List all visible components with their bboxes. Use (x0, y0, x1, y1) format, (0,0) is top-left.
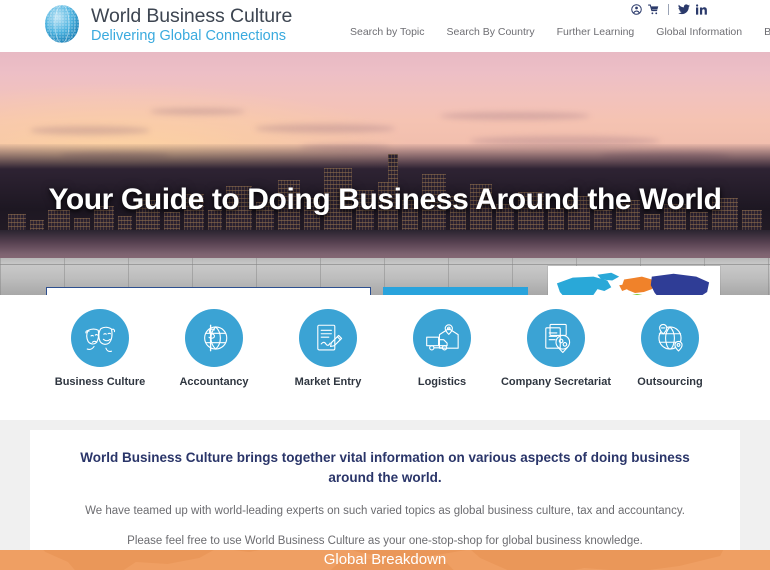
linkedin-icon[interactable] (696, 4, 708, 15)
nav-item-search-by-country[interactable]: Search By Country (447, 26, 535, 38)
theater-masks-icon (71, 309, 129, 367)
nav-item-blog[interactable]: Blog (764, 26, 770, 38)
dollar-globe-icon (185, 309, 243, 367)
subject-button-label: Subject (423, 294, 470, 296)
country-name-select[interactable]: Country Name (46, 287, 371, 295)
cloud (150, 108, 245, 115)
intro-card: World Business Culture brings together v… (30, 430, 740, 550)
documents-gear-icon (527, 309, 585, 367)
category-logistics[interactable]: Logistics (385, 309, 499, 390)
twitter-icon[interactable] (678, 4, 690, 15)
category-label: Company Secretariat (500, 376, 612, 388)
page-root: World Business Culture Delivering Global… (0, 0, 770, 570)
main-navigation: Search by Topic Search By Country Furthe… (350, 26, 770, 38)
site-header: World Business Culture Delivering Global… (0, 0, 770, 52)
nav-item-global-information[interactable]: Global Information (656, 26, 742, 38)
globe-logo-icon (45, 4, 79, 44)
category-label: Outsourcing (637, 376, 703, 388)
site-logo[interactable]: World Business Culture Delivering Global… (41, 3, 292, 45)
hero-banner: Your Guide to Doing Business Around the … (0, 52, 770, 295)
category-company-secretariat[interactable]: Company Secretariat (499, 309, 613, 390)
category-outsourcing[interactable]: Outsourcing (613, 309, 727, 390)
logo-subtitle: Delivering Global Connections (91, 27, 287, 44)
world-map-thumbnail[interactable] (548, 266, 720, 295)
category-label: Accountancy (179, 376, 249, 388)
intro-paragraph-2: Please feel free to use World Business C… (127, 535, 643, 548)
category-accountancy[interactable]: Accountancy (157, 309, 271, 390)
subject-button[interactable]: Subject (383, 287, 528, 295)
logo-text-block: World Business Culture Delivering Global… (91, 5, 292, 43)
global-breakdown-title: Global Breakdown (323, 551, 447, 568)
nav-item-further-learning[interactable]: Further Learning (557, 26, 635, 38)
logo-title: World Business Culture (91, 5, 293, 27)
truck-warehouse-icon (413, 309, 471, 367)
cloud (30, 126, 150, 135)
global-breakdown-banner: Global Breakdown (0, 550, 770, 570)
hero-search-row: Country Name Subject (46, 287, 528, 295)
category-market-entry[interactable]: Market Entry (271, 309, 385, 390)
category-business-culture[interactable]: Business Culture (43, 309, 157, 390)
category-label: Business Culture (54, 376, 146, 388)
nav-item-search-by-topic[interactable]: Search by Topic (350, 26, 425, 38)
category-label: Logistics (417, 376, 467, 388)
globe-pins-icon (641, 309, 699, 367)
document-pen-icon (299, 309, 357, 367)
intro-heading: World Business Culture brings together v… (80, 450, 690, 485)
intro-paragraph-1: We have teamed up with world-leading exp… (85, 505, 685, 518)
cart-icon[interactable] (648, 4, 659, 15)
cloud (255, 124, 395, 133)
category-label: Market Entry (294, 376, 362, 388)
category-shortcuts: Business Culture Accountancy Market Entr… (0, 295, 770, 420)
icon-divider (668, 4, 669, 15)
header-utility-icons (631, 4, 708, 15)
hero-title: Your Guide to Doing Business Around the … (48, 183, 722, 216)
account-icon[interactable] (631, 4, 642, 15)
cloud (440, 112, 590, 120)
